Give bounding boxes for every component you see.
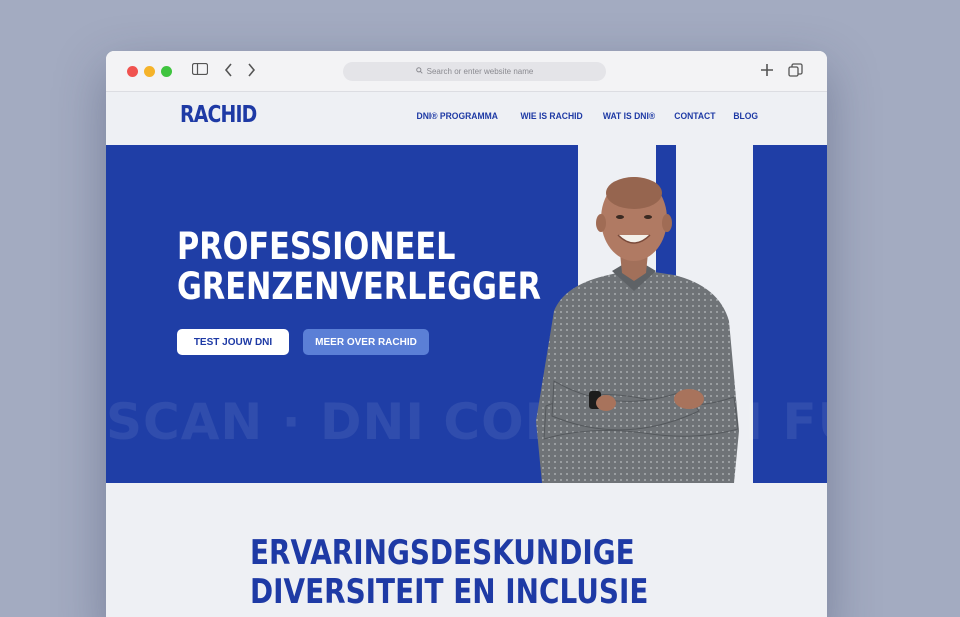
section-title: ERVARINGSDESKUNDIGE DIVERSITEIT EN INCLU… [250,534,648,612]
new-tab-icon[interactable] [760,63,774,81]
sidebar-toggle-icon[interactable] [191,62,209,79]
logo-text: RACHID [180,102,257,128]
nav-contact[interactable]: CONTACT [674,111,715,122]
tab-overview-icon[interactable] [788,63,803,82]
web-page: RACHID DNI® PROGRAMMA WIE IS RACHID WAT … [106,92,827,617]
nav-wie-is-rachid[interactable]: WIE IS RACHID [520,111,582,122]
section-title-line1: ERVARINGSDESKUNDIGE [250,533,635,573]
hero-portrait-photo [536,177,739,483]
nav-blog[interactable]: BLOG [733,111,758,122]
address-placeholder: Search or enter website name [426,67,534,76]
about-rachid-button[interactable]: MEER OVER RACHID [303,329,429,355]
forward-icon[interactable] [246,63,256,81]
hero-title: PROFESSIONEEL GRENZENVERLEGGER [177,227,541,307]
minimize-window-button[interactable] [144,66,155,77]
site-logo[interactable]: RACHID [180,102,257,128]
main-nav: DNI® PROGRAMMA WIE IS RACHID WAT IS DNI®… [412,111,759,122]
hero-title-line1: PROFESSIONEEL [177,225,456,268]
nav-wat-is-dni[interactable]: WAT IS DNI® [603,111,655,122]
close-window-button[interactable] [127,66,138,77]
test-dni-button[interactable]: TEST JOUW DNI [177,329,289,355]
section-title-line2: DIVERSITEIT EN INCLUSIE [250,572,649,612]
back-icon[interactable] [224,63,234,81]
search-icon [415,67,423,76]
hero-title-line2: GRENZENVERLEGGER [177,265,542,308]
hero-section: SCAN · DNI CODE · DNI FUTURE PROFESSIONE… [106,145,827,483]
maximize-window-button[interactable] [161,66,172,77]
browser-window: Search or enter website name RACHID DNI®… [106,51,827,617]
address-bar[interactable]: Search or enter website name [343,62,606,81]
nav-dni-programma[interactable]: DNI® PROGRAMMA [417,111,498,122]
browser-toolbar: Search or enter website name [106,51,827,92]
